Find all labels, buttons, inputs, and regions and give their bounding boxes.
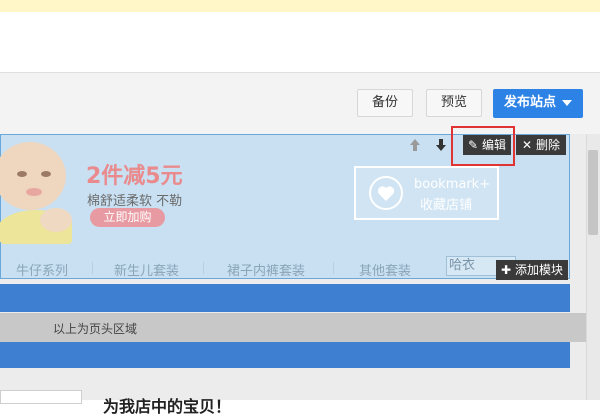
bookmark-label-cn: 收藏店铺: [420, 198, 473, 213]
nav-separator: [92, 262, 93, 274]
arrow-up-icon[interactable]: [406, 136, 424, 154]
nav-item[interactable]: 裙子内裤套装: [227, 260, 305, 279]
nav-separator: [203, 262, 204, 274]
baby-photo: [0, 142, 72, 244]
close-icon: ✕: [522, 138, 533, 152]
notice-strip: [0, 0, 600, 12]
add-module-button[interactable]: ✚ 添加模块: [496, 260, 568, 280]
nav-separator: [333, 262, 334, 274]
nav-item[interactable]: 其他套装: [359, 260, 411, 279]
caret-down-icon: [562, 99, 572, 106]
bookmark-label-en: bookmark+: [414, 177, 491, 192]
heart-icon: [369, 176, 403, 210]
content-box: [0, 390, 82, 404]
edit-button-highlight: [451, 126, 515, 166]
scrollbar-thumb[interactable]: [588, 150, 598, 235]
promo-subtext: 棉舒适柔软 不勒: [87, 194, 183, 209]
add-module-label: 添加模块: [514, 263, 563, 277]
content-heading: 为我店中的宝贝！: [103, 397, 232, 416]
delete-label: 删除: [535, 138, 560, 152]
header-area-label: 以上为页头区域: [53, 322, 138, 336]
backup-button[interactable]: 备份: [357, 89, 413, 117]
arrow-down-icon[interactable]: [432, 136, 450, 154]
publish-label: 发布站点: [503, 95, 556, 110]
promo-headline: 2件减5元: [86, 164, 183, 189]
content-blue-band: [0, 342, 570, 368]
nav-item[interactable]: 新生儿套装: [114, 260, 179, 279]
delete-button[interactable]: ✕ 删除: [516, 135, 566, 155]
plus-icon: ✚: [501, 263, 512, 277]
preview-button[interactable]: 预览: [426, 89, 482, 117]
buy-now-button[interactable]: 立即加购: [90, 208, 165, 227]
nav-item[interactable]: 牛仔系列: [16, 260, 68, 279]
header-blue-band: [0, 284, 570, 312]
publish-site-button[interactable]: 发布站点: [493, 89, 583, 118]
